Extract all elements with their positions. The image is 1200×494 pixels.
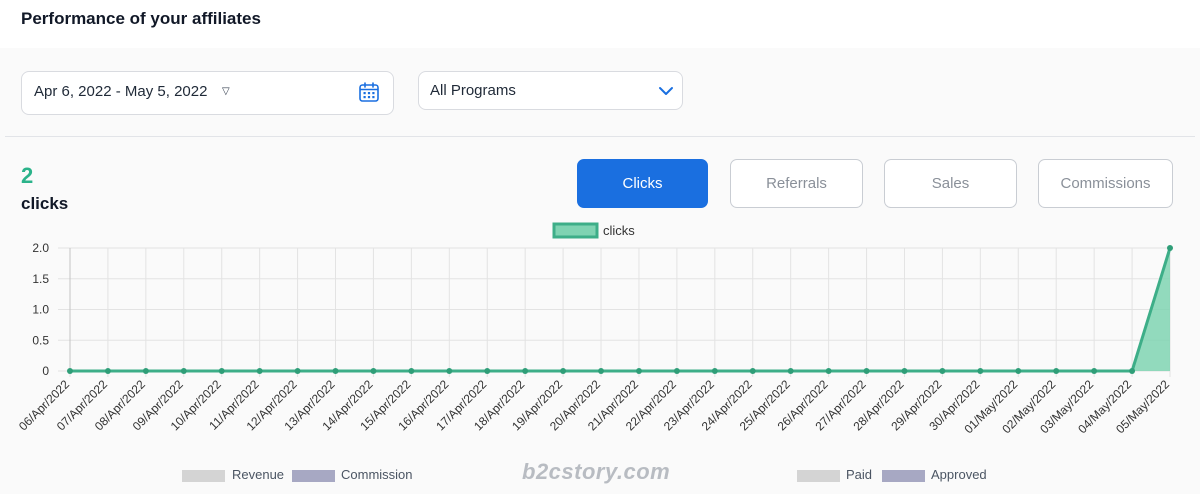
legend-swatch-clicks [552,222,599,239]
tab-sales[interactable]: Sales [884,159,1017,208]
legend-swatch-revenue [182,470,225,482]
y-tick-label: 2.0 [32,241,49,255]
data-point [787,368,794,374]
data-point [635,368,642,374]
watermark: b2cstory.com [522,459,671,484]
caret-down-icon[interactable]: ▽ [222,86,230,97]
data-point [1053,368,1060,374]
data-point [901,368,908,374]
y-tick-label: 1.5 [32,272,49,286]
data-point [673,368,680,374]
y-tick-label: 0.5 [32,333,49,347]
section-divider [5,136,1195,137]
summary-value: 2 [21,163,34,188]
data-point [977,368,984,374]
data-point [598,368,605,374]
data-point [939,368,946,374]
legend-label-clicks: clicks [603,223,635,238]
data-point [408,368,415,374]
legend-swatch-approved [882,470,925,482]
date-range-picker[interactable]: Apr 6, 2022 - May 5, 2022 ▽ [21,71,394,115]
data-point [67,368,73,374]
data-point [1129,368,1136,374]
legend-label-commission: Commission [341,467,413,482]
data-point [180,368,187,374]
data-point [711,368,718,374]
legend-label-revenue: Revenue [232,467,285,482]
data-point [332,368,339,374]
data-point [749,368,756,374]
data-point [1167,245,1173,251]
calendar-icon[interactable] [358,81,380,103]
program-select-value: All Programs [430,82,516,99]
data-point [446,368,453,374]
data-point [294,368,301,374]
clicks-chart: 2.01.51.00.5006/Apr/202207/Apr/202208/Ap… [16,222,1173,436]
data-point [522,368,529,374]
page-title: Performance of your affiliates [21,9,261,28]
legend-swatch-commission [292,470,335,482]
program-select[interactable]: All Programs [418,71,683,110]
data-point [825,368,832,374]
y-tick-label: 1.0 [32,303,49,317]
data-point [484,368,491,374]
legend-label-paid: Paid [846,467,873,482]
legend-swatch-paid [797,470,840,482]
tab-commissions[interactable]: Commissions [1038,159,1173,208]
chevron-down-icon [659,87,673,95]
data-point [104,368,111,374]
tab-referrals[interactable]: Referrals [730,159,863,208]
page-header: Performance of your affiliates [0,0,1200,48]
data-point [218,368,225,374]
summary-label: clicks [21,194,69,213]
data-point [370,368,377,374]
data-point [1091,368,1098,374]
tab-clicks[interactable]: Clicks [577,159,708,208]
data-point [256,368,263,374]
data-point [142,368,149,374]
legend-label-approved: Approved [931,467,987,482]
date-range-value: Apr 6, 2022 - May 5, 2022 [34,83,208,100]
data-point [1015,368,1022,374]
y-tick-label: 0 [42,364,49,378]
data-point [863,368,870,374]
data-point [560,368,567,374]
